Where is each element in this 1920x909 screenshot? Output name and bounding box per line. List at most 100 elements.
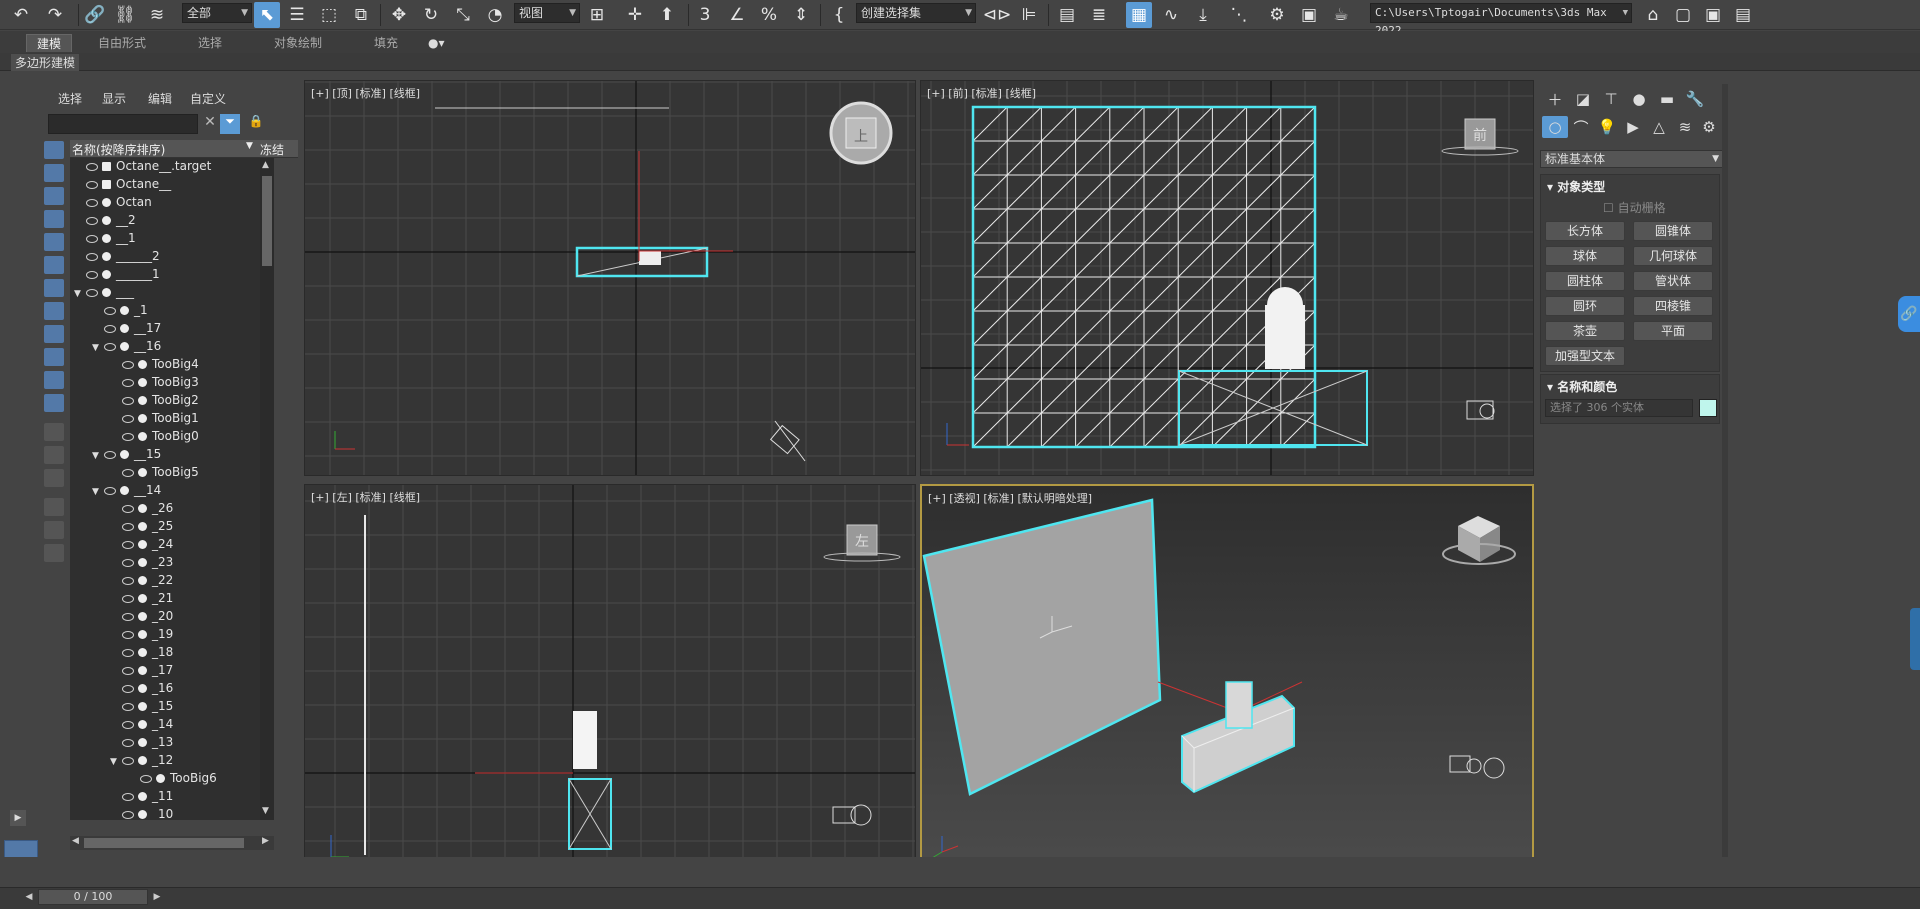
motion-tab-icon[interactable]: ● <box>1626 88 1652 110</box>
spacewarp-filter-icon[interactable] <box>44 256 64 274</box>
scroll-up-icon[interactable]: ▲ <box>262 160 269 170</box>
scale-icon[interactable]: ⤡ <box>450 2 476 28</box>
tree-row[interactable]: _10 <box>110 805 173 820</box>
viewport-left-label[interactable]: [+] [左] [标准] [线框] <box>311 489 420 505</box>
light-filter-icon[interactable] <box>44 187 64 205</box>
visibility-eye-icon[interactable] <box>122 540 134 549</box>
select-object-icon[interactable]: ⬉ <box>254 2 280 28</box>
menu-display[interactable]: 显示 <box>102 90 126 107</box>
snap-3d-icon[interactable]: 3 <box>692 2 718 28</box>
menu-edit[interactable]: 编辑 <box>148 90 172 107</box>
ref-coord-dropdown[interactable]: 视图 ▼ <box>514 3 580 23</box>
category-dropdown[interactable]: 标准基本体 ▼ <box>1540 150 1724 168</box>
viewport-front-label[interactable]: [+] [前] [标准] [线框] <box>927 85 1036 101</box>
tab-freeform[interactable]: 自由形式 <box>98 34 146 52</box>
visibility-eye-icon[interactable] <box>104 450 116 459</box>
time-slider-track[interactable] <box>0 887 1920 909</box>
filter-icon[interactable]: ⏷ <box>220 114 240 134</box>
placement-icon[interactable]: ◔ <box>482 2 508 28</box>
rect-region-icon[interactable]: ⬚ <box>316 2 342 28</box>
lights-category-icon[interactable]: 💡 <box>1594 116 1620 138</box>
link-icon[interactable]: 🔗 <box>82 2 108 28</box>
visibility-eye-icon[interactable] <box>122 666 134 675</box>
tree-horizontal-scrollbar[interactable]: ◀ ▶ <box>70 836 274 850</box>
tree-row[interactable]: Octane__.target <box>74 158 211 175</box>
column-name[interactable]: 名称(按降序排序) <box>72 141 165 158</box>
display-children-icon[interactable] <box>44 544 64 562</box>
angle-snap-icon[interactable]: ∠ <box>724 2 750 28</box>
visibility-eye-icon[interactable] <box>122 576 134 585</box>
expand-panel-icon[interactable]: ▶ <box>10 810 26 826</box>
named-selection-dropdown[interactable]: 创建选择集 ▼ <box>856 3 976 23</box>
tree-row[interactable]: _24 <box>110 535 173 553</box>
visibility-eye-icon[interactable] <box>122 594 134 603</box>
textplus-button[interactable]: 加强型文本 <box>1545 346 1625 366</box>
visibility-eye-icon[interactable] <box>122 702 134 711</box>
visibility-eye-icon[interactable] <box>122 612 134 621</box>
move-icon[interactable]: ✥ <box>386 2 412 28</box>
tree-row[interactable]: ▼ __15 <box>92 445 161 463</box>
tab-object-paint[interactable]: 对象绘制 <box>274 34 322 52</box>
display-none-icon[interactable] <box>44 446 64 464</box>
name-color-title[interactable]: ▾ 名称和颜色 <box>1547 378 1617 395</box>
floating-link-icon[interactable]: 🔗 <box>1898 296 1920 332</box>
visibility-eye-icon[interactable] <box>86 234 98 243</box>
bind-spacewarp-icon[interactable]: ≋ <box>144 2 170 28</box>
tree-row[interactable]: _15 <box>110 697 173 715</box>
tab-modeling[interactable]: 建模 <box>26 34 73 52</box>
menu-select[interactable]: 选择 <box>58 90 82 107</box>
material-editor-icon[interactable]: ⚙ <box>1264 2 1290 28</box>
object-name-field[interactable]: 选择了 306 个实体 <box>1545 399 1693 417</box>
time-slider-thumb[interactable]: 0 / 100 <box>38 889 148 905</box>
group-filter-icon[interactable] <box>44 279 64 297</box>
tree-row[interactable]: TooBig4 <box>110 355 199 373</box>
tree-row[interactable]: _20 <box>110 607 173 625</box>
tree-row[interactable]: _13 <box>110 733 173 751</box>
create-tab-icon[interactable]: ＋ <box>1542 88 1568 110</box>
visibility-eye-icon[interactable] <box>140 774 152 783</box>
systems-category-icon[interactable]: ⚙ <box>1696 116 1722 138</box>
visibility-eye-icon[interactable] <box>122 378 134 387</box>
visibility-eye-icon[interactable] <box>122 738 134 747</box>
tab-populate[interactable]: 填充 <box>374 34 398 52</box>
viewport-perspective[interactable]: [+] [透视] [标准] [默认明暗处理] <box>920 484 1534 884</box>
align-icon[interactable]: ⊫ <box>1016 2 1042 28</box>
cameras-category-icon[interactable]: ▶ <box>1620 116 1646 138</box>
tree-row[interactable]: ▼ _12 <box>110 751 173 769</box>
container-filter-icon[interactable] <box>44 348 64 366</box>
ribbon-options-icon[interactable]: ●▾ <box>428 34 445 52</box>
tree-row[interactable]: __2 <box>74 211 136 229</box>
visibility-eye-icon[interactable] <box>122 684 134 693</box>
hierarchy-tab-icon[interactable]: ⊤ <box>1598 88 1624 110</box>
menu-customize[interactable]: 自定义 <box>190 90 226 107</box>
unlink-icon[interactable]: ⛓ <box>112 2 138 28</box>
spinner-snap-icon[interactable]: ⇕ <box>788 2 814 28</box>
dope-sheet-icon[interactable]: ⤓ <box>1190 2 1216 28</box>
box-button[interactable]: 长方体 <box>1545 221 1625 241</box>
expand-arrow-icon[interactable]: ▼ <box>92 339 104 357</box>
tree-row[interactable]: Octan <box>74 193 152 211</box>
tree-row[interactable]: TooBig6 <box>128 769 217 787</box>
layer-explorer-icon[interactable]: ≣ <box>1086 2 1112 28</box>
viewport-front[interactable]: [+] [前] [标准] [线框] 前 <box>920 80 1534 476</box>
visibility-eye-icon[interactable] <box>86 216 98 225</box>
open-project-icon[interactable]: ▢ <box>1670 2 1696 28</box>
shape-filter-icon[interactable] <box>44 164 64 182</box>
project-folder-icon[interactable]: ⌂ <box>1640 2 1666 28</box>
tree-row[interactable]: _25 <box>110 517 173 535</box>
expand-arrow-icon[interactable]: ▼ <box>92 483 104 501</box>
visibility-eye-icon[interactable] <box>104 324 116 333</box>
autogrid-checkbox[interactable]: ☐ 自动栅格 <box>1603 199 1666 216</box>
save-project-icon[interactable]: ▣ <box>1700 2 1726 28</box>
viewcube-front-face[interactable]: 前 <box>1473 125 1487 145</box>
cone-button[interactable]: 圆锥体 <box>1633 221 1713 241</box>
side-slider-handle[interactable] <box>1910 608 1920 670</box>
polygon-modeling-label[interactable]: 多边形建模 <box>11 54 80 71</box>
edit-named-sel-icon[interactable]: { <box>826 2 852 28</box>
tree-row[interactable]: TooBig2 <box>110 391 199 409</box>
visibility-eye-icon[interactable] <box>86 198 98 207</box>
expand-arrow-icon[interactable]: ▼ <box>74 285 86 303</box>
viewport-perspective-label[interactable]: [+] [透视] [标准] [默认明暗处理] <box>928 490 1092 506</box>
tree-row[interactable]: ▼ ___ <box>74 283 134 301</box>
visibility-eye-icon[interactable] <box>122 630 134 639</box>
